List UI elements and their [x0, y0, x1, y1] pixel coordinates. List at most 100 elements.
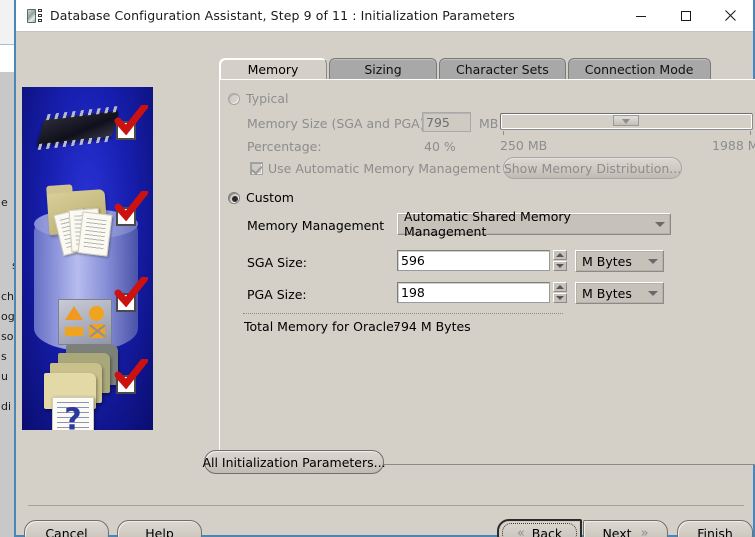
- memory-management-value: Automatic Shared Memory Management: [404, 209, 571, 239]
- footer-separator: [28, 505, 744, 506]
- chevron-down-icon: [648, 290, 658, 296]
- bg-fragment-7: di: [1, 400, 12, 413]
- maximize-icon[interactable]: [663, 0, 708, 31]
- step-checkbox-1: [116, 121, 136, 140]
- all-initialization-parameters-label: All Initialization Parameters...: [202, 454, 386, 470]
- total-memory-value: 794 M Bytes: [393, 319, 471, 334]
- close-icon[interactable]: [708, 0, 753, 31]
- percentage-label: Percentage:: [247, 139, 322, 154]
- double-chevron-left-icon: «: [516, 525, 525, 537]
- auto-memory-checkbox-label: Use Automatic Memory Management: [268, 161, 501, 176]
- sga-size-stepper[interactable]: [553, 250, 567, 271]
- next-label: Next: [602, 526, 632, 537]
- bg-fragment-6: u: [1, 370, 8, 383]
- options-shapes-icon: [58, 299, 112, 345]
- typical-radio-label: Typical: [246, 91, 289, 106]
- tab-memory-label: Memory: [247, 62, 299, 77]
- memory-size-label: Memory Size (SGA and PGA):: [247, 116, 429, 131]
- slider-max-label: 1988 MB: [712, 138, 755, 153]
- sidebar-illustration: ?: [22, 87, 153, 430]
- double-chevron-right-icon: »: [640, 526, 649, 537]
- question-document-icon: ?: [52, 397, 94, 430]
- title-bar[interactable]: Database Configuration Assistant, Step 9…: [16, 0, 753, 31]
- bg-fragment-2: ch: [1, 290, 15, 303]
- memory-management-label: Memory Management: [247, 218, 385, 233]
- step-checkbox-2: [116, 207, 136, 226]
- minimize-icon[interactable]: [618, 0, 663, 31]
- bg-fragment-5: s: [1, 350, 7, 363]
- main-window: Database Configuration Assistant, Step 9…: [14, 0, 755, 537]
- pga-stepper-down[interactable]: [553, 293, 567, 303]
- pga-size-input[interactable]: 198: [397, 282, 550, 303]
- custom-radio-indicator: [228, 191, 240, 204]
- show-memory-distribution-label: Show Memory Distribution...: [503, 160, 682, 176]
- memory-size-unit: MB: [479, 116, 499, 131]
- finish-button[interactable]: Finish: [677, 520, 753, 537]
- auto-memory-management-checkbox[interactable]: Use Automatic Memory Management: [250, 161, 501, 176]
- sga-size-label: SGA Size:: [247, 255, 308, 270]
- chevron-down-icon: [655, 221, 665, 227]
- tab-connection-mode[interactable]: Connection Mode: [567, 58, 711, 80]
- sga-size-input[interactable]: 596: [397, 250, 550, 271]
- chevron-down-icon: [648, 258, 658, 264]
- total-memory-label: Total Memory for Oracle:: [244, 319, 399, 334]
- sga-stepper-up[interactable]: [553, 250, 567, 260]
- memory-size-slider[interactable]: [500, 113, 753, 130]
- tab-connection-mode-label: Connection Mode: [584, 62, 694, 77]
- tab-strip: Memory Sizing Character Sets Connection …: [219, 58, 713, 80]
- bg-fragment-0: e: [1, 196, 8, 209]
- pga-unit-select[interactable]: M Bytes: [575, 282, 664, 304]
- window-title: Database Configuration Assistant, Step 9…: [50, 8, 515, 23]
- tab-sizing[interactable]: Sizing: [329, 58, 437, 80]
- typical-radio[interactable]: Typical: [228, 91, 289, 106]
- pga-size-stepper[interactable]: [553, 282, 567, 303]
- show-memory-distribution-button[interactable]: Show Memory Distribution...: [503, 157, 682, 179]
- memory-management-select[interactable]: Automatic Shared Memory Management: [397, 209, 671, 239]
- memory-tab-panel: Typical Memory Size (SGA and PGA): 795 M…: [219, 79, 755, 465]
- documents-icon: [53, 207, 113, 257]
- custom-radio-label: Custom: [246, 190, 294, 205]
- memory-size-input[interactable]: 795: [422, 112, 471, 132]
- slider-tick-max: [750, 131, 751, 135]
- memory-size-value: 795: [426, 114, 450, 130]
- sga-size-value: 596: [401, 253, 425, 268]
- slider-tick-min: [503, 131, 504, 135]
- client-area: ? Memory Sizing Character Sets Connectio…: [16, 32, 755, 537]
- bg-fragment-4: so: [1, 330, 14, 343]
- window-controls: [618, 0, 753, 31]
- auto-memory-checkbox-indicator: [250, 162, 263, 175]
- pga-size-label: PGA Size:: [247, 287, 307, 302]
- help-button[interactable]: Help: [117, 520, 202, 537]
- step-checkbox-4: [116, 375, 136, 394]
- slider-min-label: 250 MB: [500, 138, 548, 153]
- help-label: Help: [145, 526, 174, 537]
- tab-character-sets[interactable]: Character Sets: [439, 58, 566, 80]
- screen: e s ch og so s u di Database Configurati…: [0, 0, 755, 537]
- percentage-value: 40 %: [424, 139, 456, 154]
- memory-size-slider-thumb[interactable]: [613, 115, 639, 126]
- back-label: Back: [531, 525, 563, 537]
- pga-size-value: 198: [401, 285, 425, 300]
- memory-chip-icon: [36, 105, 120, 151]
- cancel-button[interactable]: Cancel: [24, 520, 109, 537]
- bg-fragment-3: og: [1, 310, 15, 323]
- cancel-label: Cancel: [45, 526, 88, 537]
- tab-sizing-label: Sizing: [364, 62, 402, 77]
- typical-radio-indicator: [228, 92, 240, 105]
- pga-stepper-up[interactable]: [553, 282, 567, 292]
- all-initialization-parameters-button[interactable]: All Initialization Parameters...: [202, 450, 386, 474]
- sga-unit-select[interactable]: M Bytes: [575, 250, 664, 272]
- sga-stepper-down[interactable]: [553, 261, 567, 271]
- question-glyph: ?: [64, 402, 82, 430]
- custom-radio[interactable]: Custom: [228, 190, 294, 205]
- next-button[interactable]: Next »: [583, 520, 668, 537]
- tab-character-sets-label: Character Sets: [456, 62, 549, 77]
- tab-memory[interactable]: Memory: [219, 58, 327, 80]
- database-chip-icon: [26, 8, 42, 24]
- back-button[interactable]: « Back: [497, 519, 582, 537]
- finish-label: Finish: [697, 526, 733, 537]
- step-checkbox-3: [116, 293, 136, 312]
- pga-unit-value: M Bytes: [582, 285, 632, 301]
- sga-unit-value: M Bytes: [582, 253, 632, 269]
- total-memory-separator: [243, 313, 563, 314]
